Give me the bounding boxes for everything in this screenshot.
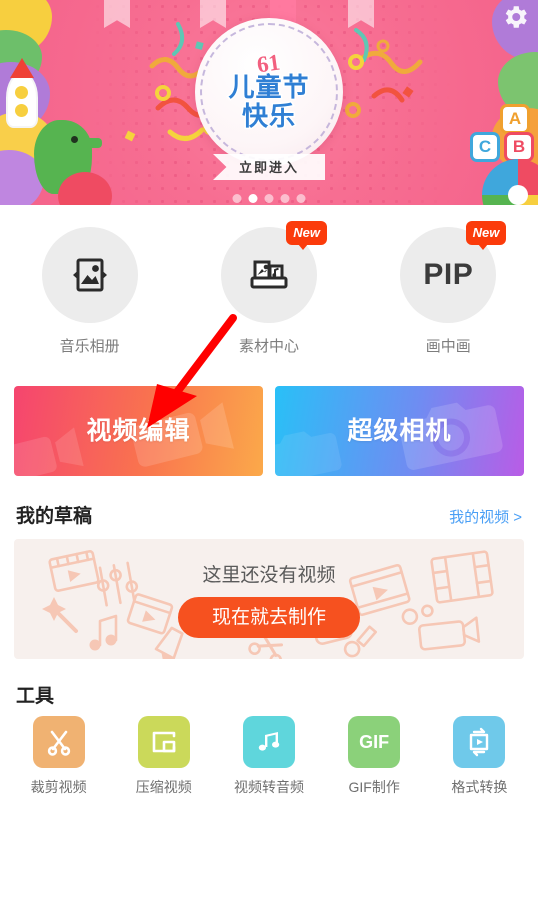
video-edit-card[interactable]: 视频编辑	[14, 386, 263, 476]
tool-icon-wrap: GIF	[348, 716, 401, 768]
quick-action-pip[interactable]: PIP New 画中画	[378, 221, 518, 356]
pagination-dot[interactable]	[296, 194, 306, 203]
my-videos-link[interactable]: 我的视频 >	[449, 506, 522, 527]
tool-icon-wrap	[242, 716, 295, 768]
quick-action-music-album[interactable]: 音乐相册	[20, 227, 160, 356]
tool-trim-video[interactable]: 裁剪视频	[9, 716, 109, 797]
quick-action-icon-wrap	[41, 227, 138, 323]
new-badge: New	[465, 221, 507, 250]
drafts-title: 我的草稿	[16, 506, 93, 527]
tool-format-convert[interactable]: 格式转换	[429, 716, 529, 797]
tool-label: GIF制作	[348, 779, 400, 795]
quick-action-material-center[interactable]: New 素材中心	[199, 221, 339, 356]
tool-icon-wrap	[32, 716, 85, 768]
pagination-dot[interactable]	[264, 194, 274, 203]
format-convert-icon	[470, 727, 489, 757]
super-camera-card[interactable]: 超级相机	[275, 386, 524, 476]
drafts-empty-card: 这里还没有视频 现在就去制作	[14, 539, 524, 659]
drafts-section-header: 我的草稿 我的视频 >	[0, 476, 538, 539]
music-note-icon	[258, 732, 280, 751]
drafts-empty-text: 这里还没有视频	[202, 565, 336, 586]
photo-frame-icon	[72, 258, 107, 292]
tools-row: 裁剪视频 压缩视频 视频转音频 GIF GIF制作 格式转换	[0, 716, 538, 797]
material-tray-icon	[250, 260, 288, 289]
tool-video-to-audio[interactable]: 视频转音频	[219, 716, 319, 797]
pagination-dot[interactable]	[232, 194, 242, 203]
pip-label: PIP	[423, 258, 474, 291]
tool-icon-wrap	[137, 716, 190, 768]
banner-cta-ribbon[interactable]: 立即进入	[213, 154, 325, 180]
children-day-badge: 61 儿童节 快乐	[195, 18, 343, 166]
promo-banner[interactable]: ABC 61 儿童节 快乐 立即进入	[0, 0, 538, 205]
banner-cta-label: 立即进入	[238, 159, 299, 175]
pagination-dot[interactable]	[280, 194, 290, 203]
pagination-dot-active[interactable]	[248, 194, 258, 203]
gif-label: GIF	[359, 732, 390, 752]
video-edit-card-label: 视频编辑	[86, 416, 191, 445]
scissors-icon	[47, 730, 70, 756]
quick-action-label: 素材中心	[238, 338, 299, 355]
banner-pagination-dots[interactable]	[232, 194, 306, 203]
compress-icon	[152, 731, 176, 753]
tool-label: 裁剪视频	[30, 779, 87, 795]
quick-actions-row: 音乐相册 New 素材中心 PIP New 画中画	[0, 205, 538, 356]
super-camera-card-label: 超级相机	[347, 416, 452, 445]
tools-title: 工具	[16, 686, 55, 707]
quick-action-label: 画中画	[425, 338, 471, 355]
tool-label: 格式转换	[451, 779, 508, 795]
tool-label: 压缩视频	[135, 779, 192, 795]
gear-icon[interactable]	[500, 2, 530, 32]
create-now-button[interactable]: 现在就去制作	[177, 597, 360, 638]
tool-gif-maker[interactable]: GIF GIF制作	[324, 716, 424, 797]
tool-icon-wrap	[453, 716, 506, 768]
action-cards-row: 视频编辑 超级相机	[0, 356, 538, 476]
badge-line-2: 快乐	[240, 99, 296, 132]
new-badge: New	[286, 221, 327, 250]
app-root: ABC 61 儿童节 快乐 立即进入 音乐相册 New 素材中心 PIP New…	[0, 0, 538, 919]
quick-action-label: 音乐相册	[59, 338, 120, 355]
tool-label: 视频转音频	[233, 779, 304, 795]
tool-compress-video[interactable]: 压缩视频	[114, 716, 214, 797]
